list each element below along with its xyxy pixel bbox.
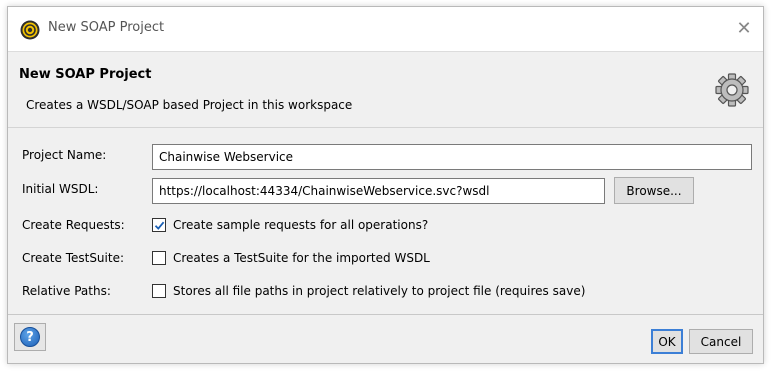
initial-wsdl-input[interactable] xyxy=(152,178,605,204)
project-name-label: Project Name: xyxy=(22,148,107,162)
soapui-logo-icon xyxy=(20,20,40,40)
relative-paths-checkbox[interactable] xyxy=(152,284,166,298)
project-name-input[interactable] xyxy=(152,144,752,170)
new-soap-project-dialog: New SOAP Project ✕ New SOAP Project Crea… xyxy=(7,6,764,364)
dialog-header: New SOAP Project Creates a WSDL/SOAP bas… xyxy=(8,51,763,128)
window-title: New SOAP Project xyxy=(48,20,165,35)
help-icon: ? xyxy=(20,327,40,347)
header-description: Creates a WSDL/SOAP based Project in thi… xyxy=(26,98,353,112)
initial-wsdl-label: Initial WSDL: xyxy=(22,182,99,196)
create-testsuite-label: Create TestSuite: xyxy=(22,251,125,265)
header-title: New SOAP Project xyxy=(19,67,152,82)
checkmark-icon xyxy=(154,221,164,230)
create-testsuite-checkbox[interactable] xyxy=(152,251,166,265)
close-button[interactable]: ✕ xyxy=(731,15,757,41)
create-requests-checkbox[interactable] xyxy=(152,218,166,232)
create-requests-option[interactable]: Create sample requests for all operation… xyxy=(152,215,428,235)
title-bar[interactable]: New SOAP Project ✕ xyxy=(8,7,763,51)
create-requests-label: Create Requests: xyxy=(22,218,125,232)
create-testsuite-text: Creates a TestSuite for the imported WSD… xyxy=(173,251,430,265)
create-requests-text: Create sample requests for all operation… xyxy=(173,218,429,232)
relative-paths-text: Stores all file paths in project relativ… xyxy=(173,284,586,298)
browse-button[interactable]: Browse... xyxy=(614,177,694,204)
gear-icon xyxy=(715,73,749,107)
ok-button[interactable]: OK xyxy=(651,329,683,354)
help-button[interactable]: ? xyxy=(14,323,46,351)
create-testsuite-option[interactable]: Creates a TestSuite for the imported WSD… xyxy=(152,248,430,268)
cancel-button[interactable]: Cancel xyxy=(689,329,753,354)
close-icon: ✕ xyxy=(736,17,752,39)
relative-paths-label: Relative Paths: xyxy=(22,284,111,298)
relative-paths-option[interactable]: Stores all file paths in project relativ… xyxy=(152,281,585,301)
dialog-footer: ? OK Cancel xyxy=(8,314,763,363)
project-form: Project Name: Initial WSDL: Browse... Cr… xyxy=(8,128,763,314)
